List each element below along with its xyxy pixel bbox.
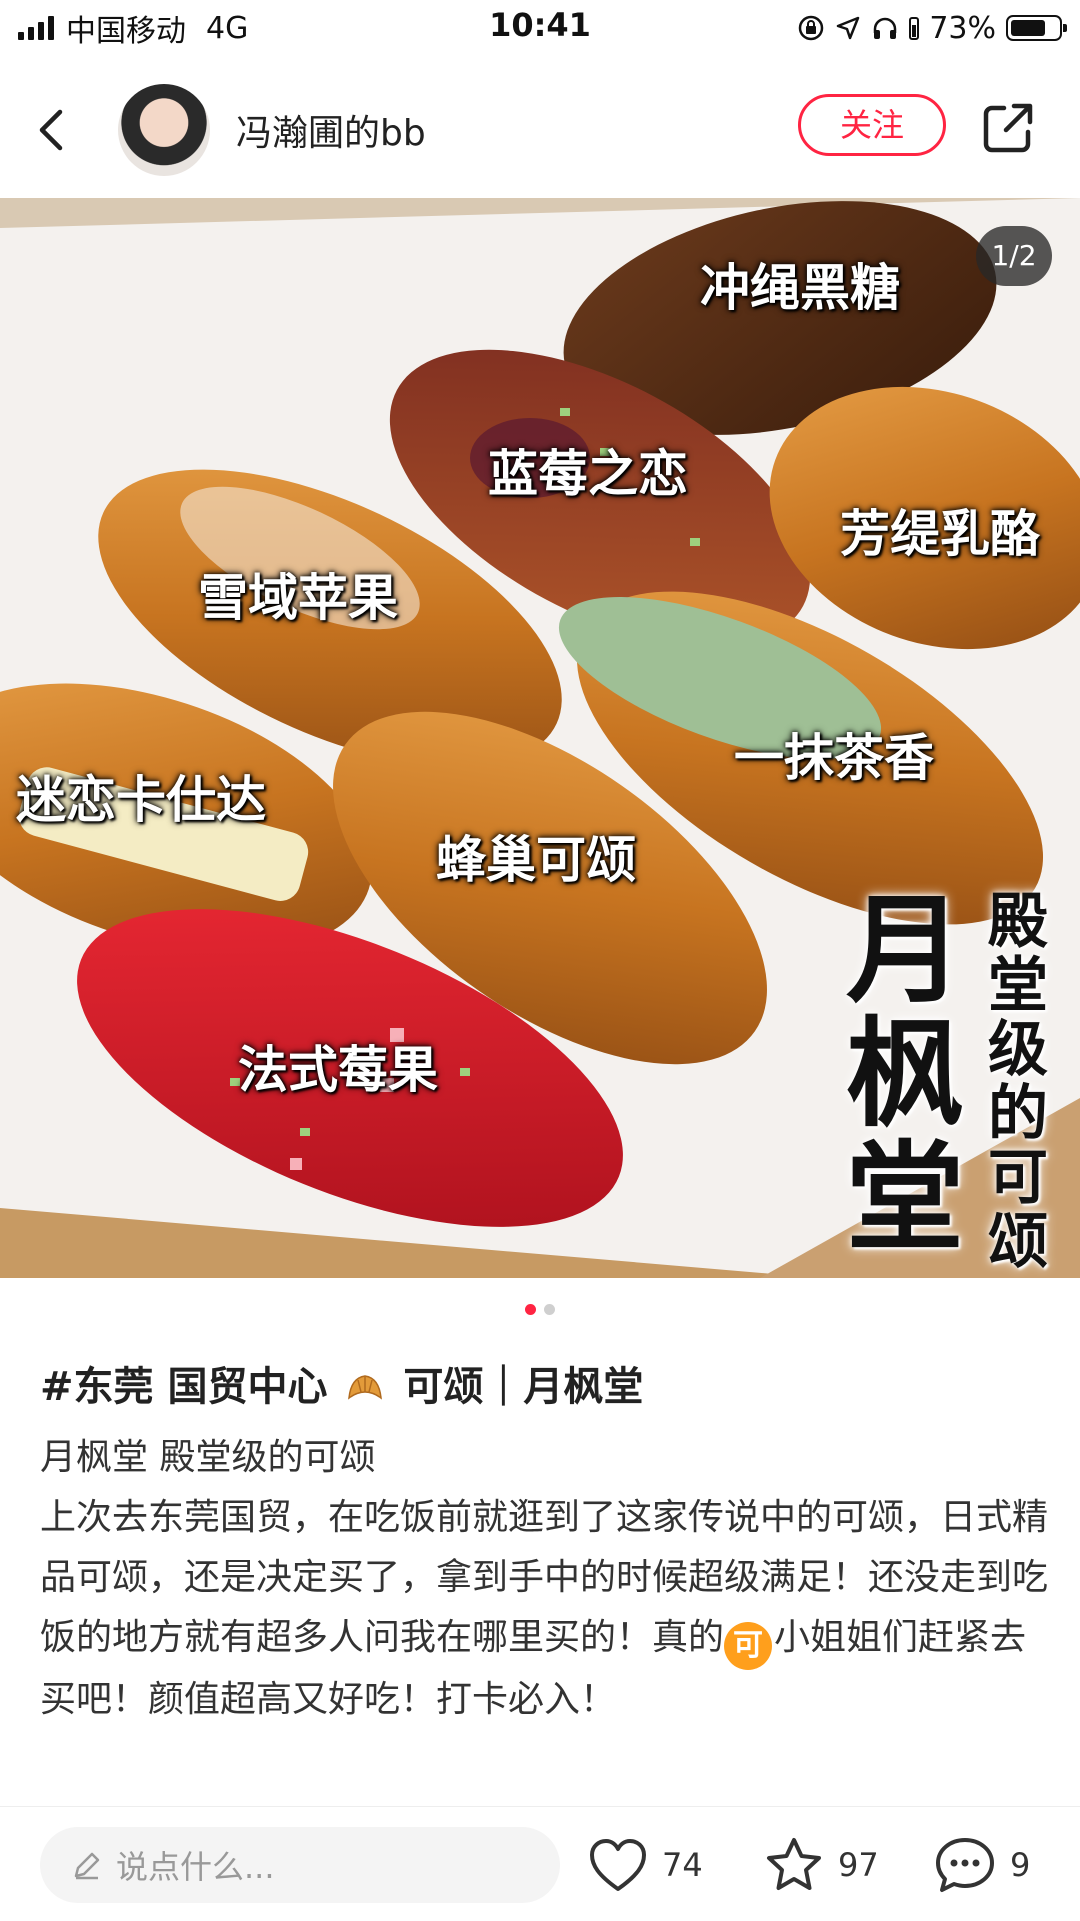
label-honeycomb: 蜂巢可颂 xyxy=(436,830,636,889)
side-title: 殿堂级的可颂 xyxy=(988,887,1048,1277)
bottom-action-bar: 说点什么... 74 97 9 xyxy=(0,1806,1080,1921)
comment-bubble-icon xyxy=(936,1838,994,1892)
star-icon xyxy=(767,1838,821,1890)
post-line-1: 月枫堂 殿堂级的可颂 xyxy=(40,1437,376,1478)
carousel-dots xyxy=(0,1304,1080,1315)
headphones-icon xyxy=(874,17,897,39)
username[interactable]: 冯瀚圃的bb xyxy=(236,104,426,156)
post-title: #东莞 国贸中心 可颂｜月枫堂 xyxy=(40,1354,1040,1412)
label-apple: 雪域苹果 xyxy=(198,568,398,627)
battery-small-icon xyxy=(909,17,920,40)
location-icon xyxy=(837,16,860,40)
back-button[interactable] xyxy=(22,100,82,160)
post-body: 月枫堂 殿堂级的可颂 上次去东莞国贸，在吃饭前就逛到了这家传说中的可颂，日式精品… xyxy=(40,1428,1050,1730)
comment-button[interactable]: 9 xyxy=(934,1833,1030,1897)
avatar[interactable] xyxy=(118,84,210,176)
title-text-start: #东莞 国贸中心 xyxy=(40,1364,328,1410)
follow-button[interactable]: 关注 xyxy=(798,94,946,156)
status-right: 73% xyxy=(797,8,1067,48)
dot-active xyxy=(525,1304,536,1315)
comment-count: 9 xyxy=(1010,1846,1031,1884)
like-count: 74 xyxy=(662,1846,703,1884)
label-cheese: 芳缇乳酪 xyxy=(840,504,1040,563)
favorite-count: 97 xyxy=(838,1846,879,1884)
label-berry: 法式莓果 xyxy=(238,1040,438,1099)
battery-icon xyxy=(1006,15,1067,41)
label-okinawa: 冲绳黑糖 xyxy=(700,258,900,317)
comment-input[interactable]: 说点什么... xyxy=(40,1827,560,1903)
title-text-end: 可颂｜月枫堂 xyxy=(403,1364,644,1410)
label-custard: 迷恋卡仕达 xyxy=(16,770,266,829)
post-image[interactable]: 1/2 冲绳黑糖 蓝莓之恋 芳缇乳酪 雪域苹果 一抹茶香 迷恋卡仕达 蜂巢可颂 … xyxy=(0,198,1080,1278)
chevron-left-icon xyxy=(39,109,63,151)
header: 冯瀚圃的bb 关注 xyxy=(0,70,1080,190)
rotation-lock-icon xyxy=(799,15,824,41)
ke-emoji-icon: 可 xyxy=(724,1622,773,1670)
comment-placeholder: 说点什么... xyxy=(116,1848,275,1886)
battery-percent: 73% xyxy=(929,10,996,46)
shop-title: 月枫堂 xyxy=(846,880,965,1267)
pencil-icon xyxy=(74,1852,100,1880)
label-matcha: 一抹茶香 xyxy=(734,728,934,787)
favorite-button[interactable]: 97 xyxy=(764,1833,879,1897)
like-button[interactable]: 74 xyxy=(588,1833,703,1897)
share-button[interactable] xyxy=(978,98,1038,158)
heart-icon xyxy=(590,1839,646,1891)
dot-inactive xyxy=(544,1304,555,1315)
share-icon xyxy=(983,103,1033,153)
page-counter: 1/2 xyxy=(976,226,1052,286)
status-bar: 中国移动 4G 10:41 73% xyxy=(0,0,1080,56)
label-blueberry: 蓝莓之恋 xyxy=(488,444,688,503)
croissant-icon xyxy=(348,1375,383,1400)
post-paragraph: 上次去东莞国贸，在吃饭前就逛到了这家传说中的可颂，日式精品可颂，还是决定买了，拿… xyxy=(40,1488,1050,1730)
